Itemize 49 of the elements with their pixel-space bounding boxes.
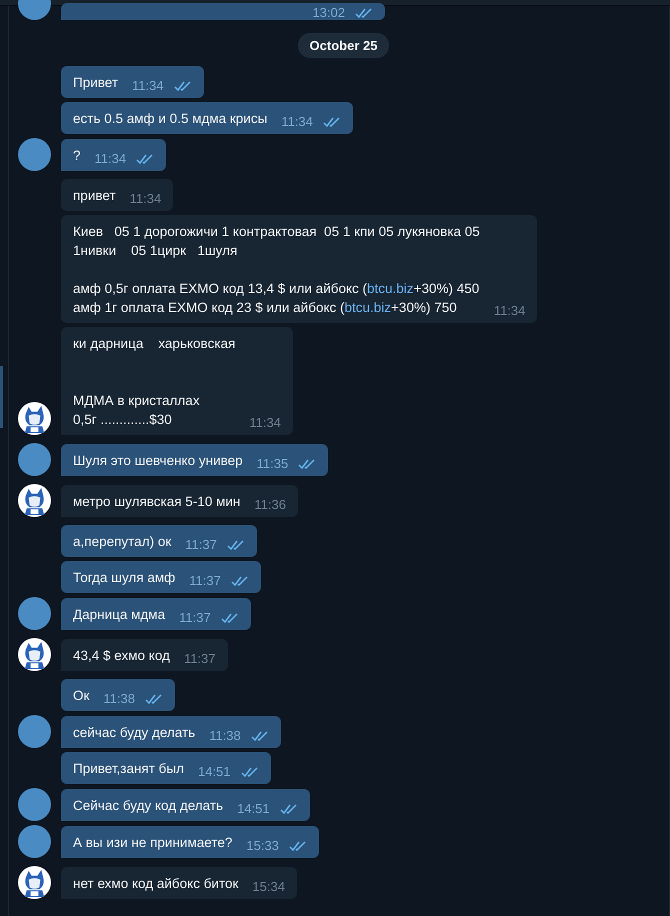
message-time: 11:34 xyxy=(132,77,164,95)
message-text: а,перепутал) ок xyxy=(73,533,172,551)
message-text: Сейчас буду код делать xyxy=(73,797,224,815)
message-time: 11:34 xyxy=(130,190,162,208)
message-time: 11:34 xyxy=(249,414,281,432)
message-time: 11:34 xyxy=(281,113,313,131)
link[interactable]: btcu.biz xyxy=(367,281,414,296)
avatar[interactable] xyxy=(18,402,51,435)
avatar[interactable] xyxy=(18,866,51,899)
avatar[interactable] xyxy=(18,638,51,671)
message-text: ки дарница харьковская xyxy=(73,335,236,353)
avatar[interactable] xyxy=(18,484,51,517)
message-text: Дарница мдма xyxy=(73,606,166,624)
message-time: 13:02 xyxy=(312,4,345,22)
message-text: Привет xyxy=(73,74,118,92)
message-time: 11:34 xyxy=(494,302,526,320)
link[interactable]: btcu.biz xyxy=(344,300,392,315)
message-time: 15:34 xyxy=(252,878,285,896)
date-separator: October 25 xyxy=(298,33,390,58)
message-time: 15:33 xyxy=(246,837,279,855)
message-text: привет xyxy=(73,187,116,205)
message-time: 11:36 xyxy=(254,496,286,514)
message-text: есть 0.5 амф и 0.5 мдма крисы xyxy=(73,110,268,128)
message-text: 0,5г .............$30 xyxy=(73,411,172,429)
message-time: 14:51 xyxy=(198,763,231,781)
message-time: 11:34 xyxy=(94,150,126,168)
message-time: 11:37 xyxy=(185,536,217,554)
message-text: амф 1г оплата EXMO код 23 $ или айбокс (btcu.biz+30%) 750 xyxy=(73,299,457,317)
message-text: Шуля это шевченко универ xyxy=(73,452,243,470)
message-text: нет ехмо код айбокс биток xyxy=(73,875,238,893)
message-time: 11:37 xyxy=(179,609,211,627)
message-text: МДМА в кристаллах xyxy=(73,392,200,410)
message-text: ? xyxy=(73,147,81,165)
message-time: 11:37 xyxy=(189,572,221,590)
message-text: Тогда шуля амф xyxy=(73,569,176,587)
message-time: 11:38 xyxy=(209,727,241,745)
message-time: 11:35 xyxy=(256,455,288,473)
message-time: 14:51 xyxy=(237,800,270,818)
message-text: Ок xyxy=(73,687,90,705)
message-text: 1нивки 05 1цирк 1шуля xyxy=(73,242,238,260)
message-text: Киев 05 1 дорогожичи 1 контрактовая 05 1 кпи 05 лукяновка 05 xyxy=(73,223,480,241)
message-text: 43,4 $ ехмо код xyxy=(73,647,170,665)
message-time: 11:37 xyxy=(184,650,216,668)
message-text: амф 0,5г оплата EXMO код 13,4 $ или айбокс (btcu.biz+30%) 450 xyxy=(73,280,480,298)
message-text: сейчас буду делать xyxy=(73,724,196,742)
message-text: А вы изи не принимаете? xyxy=(73,834,232,852)
message-text: метро шулявская 5-10 мин xyxy=(73,493,240,511)
message-time: 11:38 xyxy=(103,690,135,708)
message-text: Привет,занят был xyxy=(73,760,184,778)
